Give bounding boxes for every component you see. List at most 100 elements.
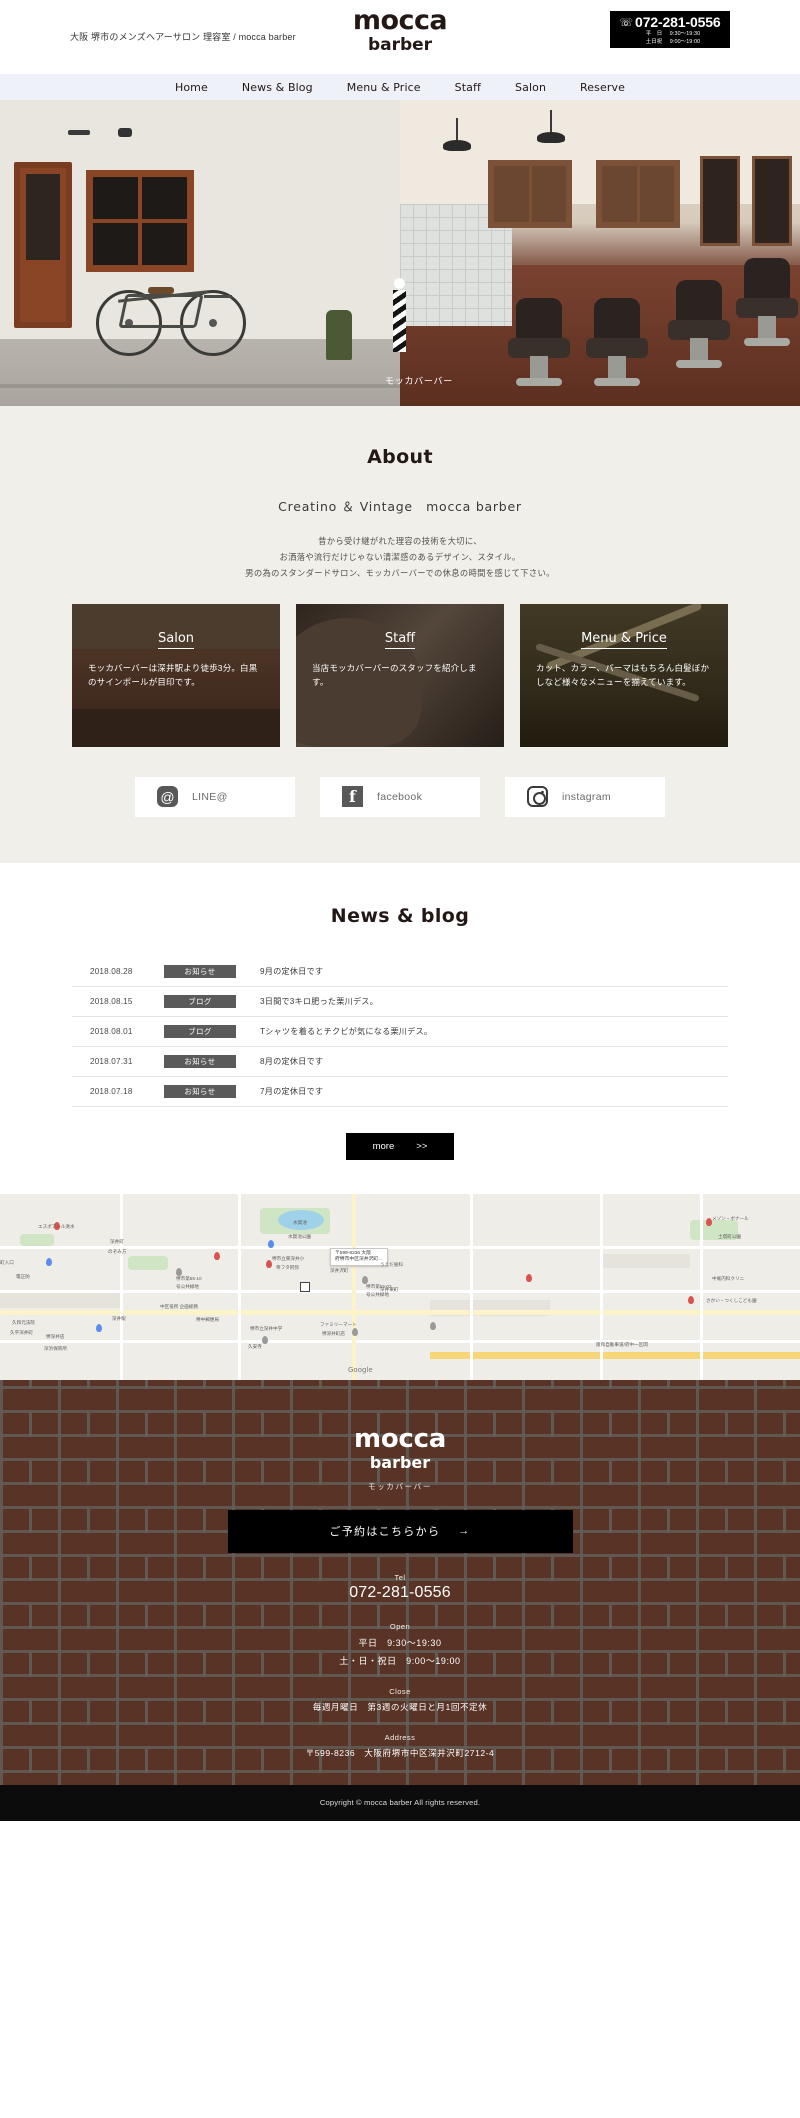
hours-label: 土日祝: [645, 38, 663, 45]
map-label: 堺中郵便局: [196, 1316, 219, 1322]
hours-label: 平 日: [645, 31, 663, 38]
map-label: メゾン・ボナール: [712, 1215, 749, 1221]
footer-close-block: Close 毎週月曜日 第3週の火曜日と月1回不定休: [0, 1687, 800, 1713]
card-salon-text: モッカバーバーは深井駅より徒歩3分。白黒のサインポールが目印です。: [88, 662, 258, 688]
map-label: 堺市立深井中学: [250, 1325, 283, 1331]
map-address-line-2: 府堺市中区深井沢町…: [335, 1256, 383, 1262]
reserve-button[interactable]: ご予約はこちらから →: [227, 1509, 573, 1553]
footer-tel-block: Tel 072-281-0556: [0, 1573, 800, 1602]
footer-close-label: Close: [389, 1686, 411, 1696]
news-title: News & blog: [330, 904, 470, 927]
location-map[interactable]: 〒599-8236 大阪 府堺市中区深井沢町… Google エスポアール清水メ…: [0, 1193, 800, 1380]
news-item-title: 9月の定休日です: [260, 967, 324, 977]
nav-item-menu-price[interactable]: Menu & Price: [330, 81, 438, 94]
news-more-button[interactable]: more >>: [346, 1132, 454, 1160]
barber-pole-icon: モッカバーバー: [385, 278, 452, 386]
nav-item-news-blog[interactable]: News & Blog: [225, 81, 330, 94]
news-row[interactable]: 2018.08.15 ブログ 3日間で3キロ肥った栗川デス。: [72, 987, 728, 1017]
footer-address-label: Address: [384, 1732, 416, 1742]
news-row[interactable]: 2018.08.01 ブログ Tシャツを着るとチクビが気になる栗川デス。: [72, 1017, 728, 1047]
nav-item-salon[interactable]: Salon: [498, 81, 563, 94]
map-label: 号公共緑地: [366, 1291, 389, 1297]
reserve-button-label: ご予約はこちらから: [329, 1526, 441, 1539]
map-station-marker: [300, 1281, 310, 1292]
card-menu-price-text: カット、カラー、パーマはもちろん白髪ぼかしなど様々なメニューを揃えています。: [536, 662, 710, 688]
nav-item-home[interactable]: Home: [158, 81, 225, 94]
news-row[interactable]: 2018.07.18 お知らせ 7月の定休日です: [72, 1077, 728, 1107]
hero-image-exterior: [0, 100, 400, 406]
social-link-line[interactable]: LINE@: [135, 776, 295, 817]
social-links: LINE@ facebook instagram: [135, 776, 665, 817]
nav-item-staff[interactable]: Staff: [438, 81, 498, 94]
map-label: さかい・つくしこども園: [706, 1297, 757, 1303]
news-row[interactable]: 2018.08.28 お知らせ 9月の定休日です: [72, 957, 728, 987]
chevron-right-icon: >>: [416, 1140, 428, 1152]
card-menu-price-title: Menu & Price: [520, 630, 728, 649]
about-title: About: [367, 446, 433, 468]
card-salon[interactable]: Salon モッカバーバーは深井駅より徒歩3分。白黒のサインポールが目印です。: [72, 603, 280, 747]
news-item-title: 7月の定休日です: [260, 1087, 324, 1097]
footer-open-line-2: 土・日・祝日 9:00〜19:00: [339, 1655, 461, 1666]
footer-tel-number[interactable]: 072-281-0556: [0, 1584, 800, 1602]
footer-logo[interactable]: mocca barber モッカバーバー: [0, 1425, 800, 1492]
nav-item-reserve[interactable]: Reserve: [563, 81, 642, 94]
map-label: うえだ歯科: [380, 1261, 403, 1267]
hero-image-interior: [400, 100, 800, 406]
map-label: 堺市第55-10: [176, 1275, 202, 1281]
page-root: 大阪 堺市のメンズヘアーサロン 理容室 / mocca barber mocca…: [0, 0, 800, 1821]
social-link-facebook[interactable]: facebook: [320, 776, 480, 817]
map-label: 久安寺: [248, 1343, 262, 1349]
map-label: 久平深井町: [10, 1329, 33, 1335]
map-label: 町入口: [0, 1259, 14, 1265]
news-date: 2018.07.31: [90, 1056, 133, 1066]
map-label: 土塔町公園: [718, 1233, 741, 1239]
social-line-label: LINE@: [192, 790, 228, 803]
news-date: 2018.08.28: [90, 966, 133, 976]
map-label: のぞみ方: [108, 1248, 127, 1254]
footer-address-block: Address 〒599-8236 大阪府堺市中区深井沢町2712-4: [0, 1733, 800, 1759]
card-menu-price[interactable]: Menu & Price カット、カラー、パーマはもちろん白髪ぼかしなど様々なメ…: [520, 603, 728, 747]
more-label: more: [372, 1140, 395, 1152]
map-label: 号公共緑地: [176, 1283, 199, 1289]
news-date: 2018.08.15: [90, 996, 133, 1006]
social-link-instagram[interactable]: instagram: [505, 776, 665, 817]
news-category-badge: ブログ: [164, 1024, 236, 1038]
about-cards: Salon モッカバーバーは深井駅より徒歩3分。白黒のサインポールが目印です。 …: [72, 603, 728, 747]
map-label: 中尾内科クリニ: [712, 1275, 745, 1281]
map-label: 水賀池公園: [288, 1233, 311, 1239]
footer-logo-sub: barber: [369, 1452, 431, 1472]
header-phone-number: 072-281-0556: [635, 14, 721, 30]
hours-row: 土日祝 9:00〜19:00: [610, 39, 730, 46]
map-label: 堺深井町店: [322, 1330, 345, 1336]
line-icon: [157, 786, 178, 808]
mobile-phone-icon: ☏: [619, 17, 634, 29]
barber-pole-label: モッカバーバー: [385, 376, 453, 386]
hours-row: 平 日 9:30〜19:30: [610, 31, 730, 38]
header-phone-box[interactable]: ☏ 072-281-0556 平 日 9:30〜19:30 土日祝 9:00〜19:0…: [610, 11, 730, 48]
hero-banner: モッカバーバー: [0, 100, 800, 406]
card-staff[interactable]: Staff 当店モッカバーバーのスタッフを紹介します。: [296, 603, 504, 747]
news-list: 2018.08.28 お知らせ 9月の定休日です 2018.08.15 ブログ …: [72, 957, 728, 1107]
news-category-badge: お知らせ: [164, 964, 236, 978]
map-label: 深井町: [110, 1238, 124, 1244]
map-label: 水賀池: [293, 1219, 307, 1225]
card-salon-title: Salon: [72, 630, 280, 649]
site-footer: mocca barber モッカバーバー ご予約はこちらから → Tel 072…: [0, 1379, 800, 1821]
map-label: 電正防: [16, 1273, 30, 1279]
footer-tel-label: Tel: [394, 1572, 406, 1582]
about-lead: Creatino ＆ Vintage mocca barber: [278, 499, 522, 514]
social-facebook-label: facebook: [377, 790, 423, 803]
arrow-right-icon: →: [458, 1525, 471, 1538]
map-label: 久和元法院: [12, 1319, 35, 1325]
news-row[interactable]: 2018.07.31 お知らせ 8月の定休日です: [72, 1047, 728, 1077]
news-date: 2018.08.01: [90, 1026, 133, 1036]
news-category-badge: お知らせ: [164, 1054, 236, 1068]
news-category-badge: ブログ: [164, 994, 236, 1008]
news-date: 2018.07.18: [90, 1086, 133, 1096]
news-section: News & blog 2018.08.28 お知らせ 9月の定休日です 201…: [0, 862, 800, 1194]
card-staff-text: 当店モッカバーバーのスタッフを紹介します。: [312, 662, 477, 688]
social-instagram-label: instagram: [562, 790, 611, 803]
news-item-title: 3日間で3キロ肥った栗川デス。: [260, 997, 379, 1007]
about-desc-line-3: 男の為のスタンダードサロン、モッカバーバーでの休息の時間を感じて下さい。: [245, 568, 555, 579]
facebook-icon: [342, 786, 363, 808]
